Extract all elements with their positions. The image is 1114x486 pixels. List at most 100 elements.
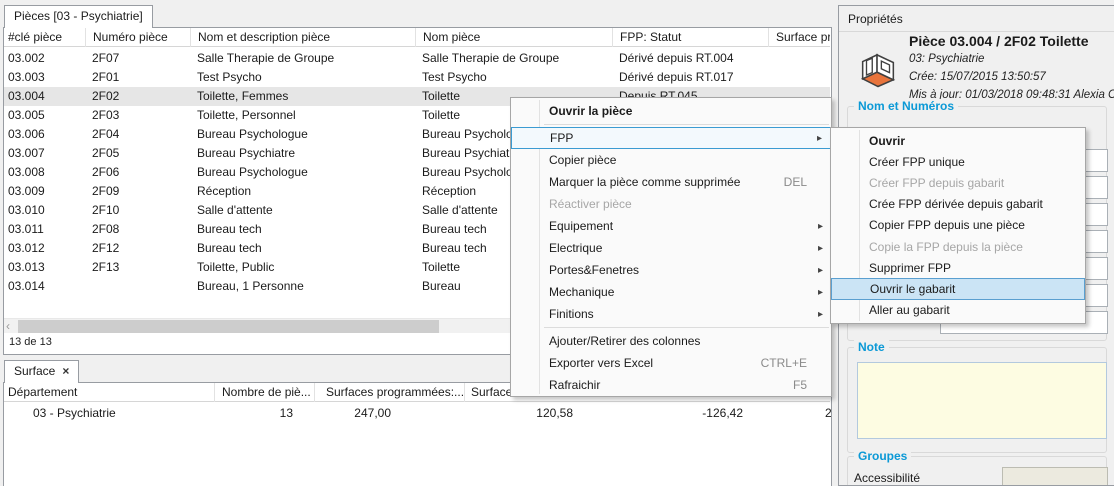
menu-item-copier-pi-ce[interactable]: Copier pièce <box>511 149 831 171</box>
cell: Toilette, Public <box>190 258 415 277</box>
fpp-submenu: OuvrirCréer FPP uniqueCréer FPP depuis g… <box>830 127 1086 324</box>
column-header-surfaces-programm-es[interactable]: Surfaces programmées:... <box>314 383 464 402</box>
menu-item-supprimer-fpp[interactable]: Supprimer FPP <box>831 257 1085 278</box>
cell: 2F09 <box>85 182 190 201</box>
menu-item-marquer-la-pi-ce-comme-supprim-e[interactable]: Marquer la pièce comme suppriméeDEL <box>511 171 831 193</box>
menu-item-label: Equipement <box>549 219 814 233</box>
cell: Bureau Psychologue <box>190 125 415 144</box>
scrollbar-thumb[interactable] <box>18 320 439 333</box>
pieces-table-header: #clé pièceNuméro pièceNom et description… <box>4 28 830 47</box>
menu-item-label: Réactiver pièce <box>549 197 823 211</box>
column-header-num-ro-pi-ce[interactable]: Numéro pièce <box>85 28 190 47</box>
column-header-nom-et-description-pi-ce[interactable]: Nom et description pièce <box>190 28 415 47</box>
accessibilite-label: Accessibilité <box>854 471 920 485</box>
menu-item-label: Créer FPP unique <box>869 155 1077 169</box>
cell <box>768 68 830 87</box>
menu-item-label: Copier FPP depuis une pièce <box>869 218 1077 232</box>
menu-item-label: Ajouter/Retirer des colonnes <box>549 334 823 348</box>
cell: 24 <box>825 404 832 423</box>
menu-item-electrique[interactable]: Electrique ▸ <box>511 237 831 259</box>
menu-item-mechanique[interactable]: Mechanique ▸ <box>511 281 831 303</box>
menu-item-label: Copier pièce <box>549 153 823 167</box>
menu-item-fpp[interactable]: FPP▸ <box>511 127 831 149</box>
menu-shortcut: CTRL+E <box>761 356 807 370</box>
menu-item-ouvrir-la-pi-ce[interactable]: Ouvrir la pièce <box>511 100 831 122</box>
column-header-surface-pro[interactable]: Surface pro <box>768 28 830 47</box>
column-header-cl-pi-ce[interactable]: #clé pièce <box>4 28 85 47</box>
menu-item-equipement[interactable]: Equipement ▸ <box>511 215 831 237</box>
submenu-arrow-icon: ▸ <box>818 243 823 254</box>
cell: 2F04 <box>85 125 190 144</box>
cell: 2F08 <box>85 220 190 239</box>
cell: Bureau, 1 Personne <box>190 277 415 296</box>
cell: 03.006 <box>4 125 85 144</box>
group-groupes: Groupes Accessibilité <box>847 456 1107 486</box>
group-label: Groupes <box>854 449 911 463</box>
page-title: Pièce 03.004 / 2F02 Toilette <box>909 33 1089 49</box>
menu-item-exporter-vers-excel[interactable]: Exporter vers ExcelCTRL+E <box>511 352 831 374</box>
cell: 03.003 <box>4 68 85 87</box>
table-row[interactable]: 03 - Psychiatrie13247,00120,58-126,4224 <box>4 404 830 423</box>
cell: 03 - Psychiatrie <box>33 404 116 423</box>
group-note: Note <box>847 347 1107 453</box>
menu-item-label: Aller au gabarit <box>869 303 1077 317</box>
cell: 03.007 <box>4 144 85 163</box>
tab-pieces[interactable]: Pièces [03 - Psychiatrie] <box>4 5 153 28</box>
cell: 03.004 <box>4 87 85 106</box>
menu-item-rafraichir[interactable]: RafraichirF5 <box>511 374 831 396</box>
menu-item-aller-au-gabarit[interactable]: Aller au gabarit <box>831 300 1085 321</box>
divider <box>839 31 1114 32</box>
cell <box>768 49 830 68</box>
cell: 120,58 <box>434 404 573 423</box>
menu-item-label: Supprimer FPP <box>869 261 1077 275</box>
cell: 2F02 <box>85 87 190 106</box>
submenu-arrow-icon: ▸ <box>817 133 822 144</box>
cell: 2F01 <box>85 68 190 87</box>
menu-item-ouvrir[interactable]: Ouvrir <box>831 130 1085 151</box>
cell: 03.002 <box>4 49 85 68</box>
note-textarea[interactable] <box>857 362 1107 439</box>
column-header-nombre-de-pi[interactable]: Nombre de piè... <box>214 383 314 402</box>
table-row[interactable]: 03.0022F07Salle Therapie de GroupeSalle … <box>4 49 830 68</box>
cell: Dérivé depuis RT.004 <box>612 49 768 68</box>
cell: 2F12 <box>85 239 190 258</box>
menu-item-label: Marquer la pièce comme supprimée <box>549 175 784 189</box>
cell: Salle Therapie de Groupe <box>415 49 612 68</box>
surface-table-panel: DépartementNombre de piè...Surfaces prog… <box>3 382 832 486</box>
menu-item-label: Finitions <box>549 307 814 321</box>
close-icon[interactable]: × <box>62 364 69 378</box>
column-header-fpp-statut[interactable]: FPP: Statut <box>612 28 768 47</box>
menu-item-ajouter-retirer-des-colonnes[interactable]: Ajouter/Retirer des colonnes <box>511 330 831 352</box>
menu-separator <box>544 124 829 125</box>
menu-item-finitions[interactable]: Finitions▸ <box>511 303 831 325</box>
menu-item-portes-fenetres[interactable]: Portes&Fenetres▸ <box>511 259 831 281</box>
cell: 03.005 <box>4 106 85 125</box>
tab-pieces-label: Pièces [03 - Psychiatrie] <box>14 9 143 23</box>
menu-item-ouvrir-le-gabarit[interactable]: Ouvrir le gabarit <box>831 278 1085 299</box>
submenu-arrow-icon: ▸ <box>818 221 823 232</box>
cell: Réception <box>190 182 415 201</box>
menu-item-label: Mechanique <box>549 285 814 299</box>
menu-item-cr-er-fpp-unique[interactable]: Créer FPP unique <box>831 151 1085 172</box>
cell: 2F06 <box>85 163 190 182</box>
cell: Test Psycho <box>415 68 612 87</box>
properties-caption: Propriétés <box>848 12 903 26</box>
submenu-arrow-icon: ▸ <box>818 287 823 298</box>
menu-item-r-activer-pi-ce: Réactiver pièce <box>511 193 831 215</box>
cell: 247,00 <box>252 404 391 423</box>
tab-surface[interactable]: Surface× <box>4 360 79 383</box>
menu-item-label: Rafraichir <box>549 378 793 392</box>
cell: -126,42 <box>604 404 743 423</box>
accessibilite-field[interactable] <box>1002 467 1108 486</box>
column-header-nom-pi-ce[interactable]: Nom pièce <box>415 28 612 47</box>
table-row[interactable]: 03.0032F01Test PsychoTest PsychoDérivé d… <box>4 68 830 87</box>
scroll-left-arrow-icon[interactable]: ‹ <box>6 319 18 334</box>
cell: 2F07 <box>85 49 190 68</box>
context-menu: Ouvrir la pièce FPP▸ Copier pièce Marquer l… <box>510 97 832 397</box>
menu-item-label: Ouvrir le gabarit <box>870 282 1076 296</box>
column-header-d-partement[interactable]: Département <box>4 383 214 402</box>
group-label: Note <box>854 340 889 354</box>
menu-item-copier-fpp-depuis-une-pi-ce[interactable]: Copier FPP depuis une pièce <box>831 215 1085 236</box>
menu-item-label: Electrique <box>549 241 814 255</box>
menu-item-cr-e-fpp-d-riv-e-depuis-gabarit[interactable]: Crée FPP dérivée depuis gabarit <box>831 194 1085 215</box>
